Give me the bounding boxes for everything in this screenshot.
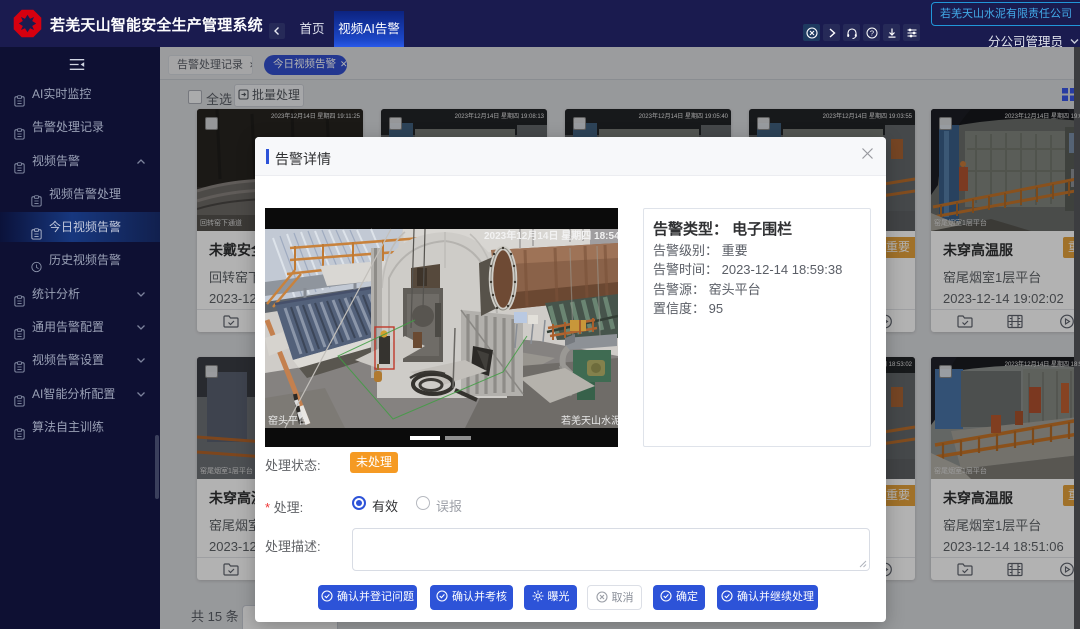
svg-text:2023年12月14日 星期四 18:54:5: 2023年12月14日 星期四 18:54:5 bbox=[484, 229, 618, 242]
svg-text:若羌天山水泥: 若羌天山水泥 bbox=[561, 414, 618, 427]
svg-text:?: ? bbox=[869, 28, 873, 37]
svg-text:窑头平台: 窑头平台 bbox=[268, 414, 308, 427]
